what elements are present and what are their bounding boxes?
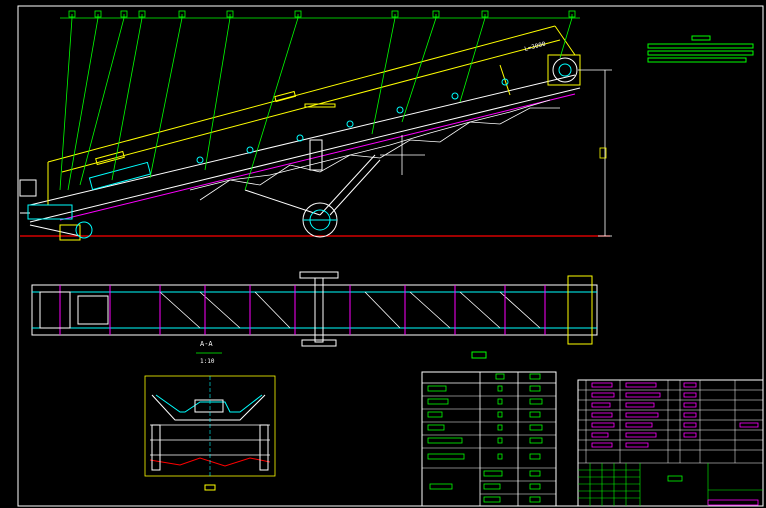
conveyor-frame <box>20 74 581 237</box>
elevation-view: L=3000 <box>19 25 612 241</box>
part-balloons <box>68 10 576 18</box>
cad-drawing-canvas: L=3000 A-A 1:10 <box>17 5 764 507</box>
drawing-border <box>17 5 764 507</box>
tail-pulley-assembly <box>19 161 152 241</box>
plan-view-tag <box>471 351 487 359</box>
spec-table <box>421 371 557 507</box>
section-a-a: A-A 1:10 <box>144 340 276 491</box>
plan-view <box>31 271 598 347</box>
idler-rollers <box>196 78 509 164</box>
support-leg <box>244 139 381 238</box>
section-label: A-A <box>200 340 213 348</box>
truss-web <box>189 99 560 201</box>
title-block <box>577 379 764 507</box>
section-scale: 1:10 <box>200 358 215 365</box>
length-dimension-label: L=3000 <box>524 40 547 52</box>
technical-notes <box>647 35 754 63</box>
height-dimension <box>578 69 612 237</box>
